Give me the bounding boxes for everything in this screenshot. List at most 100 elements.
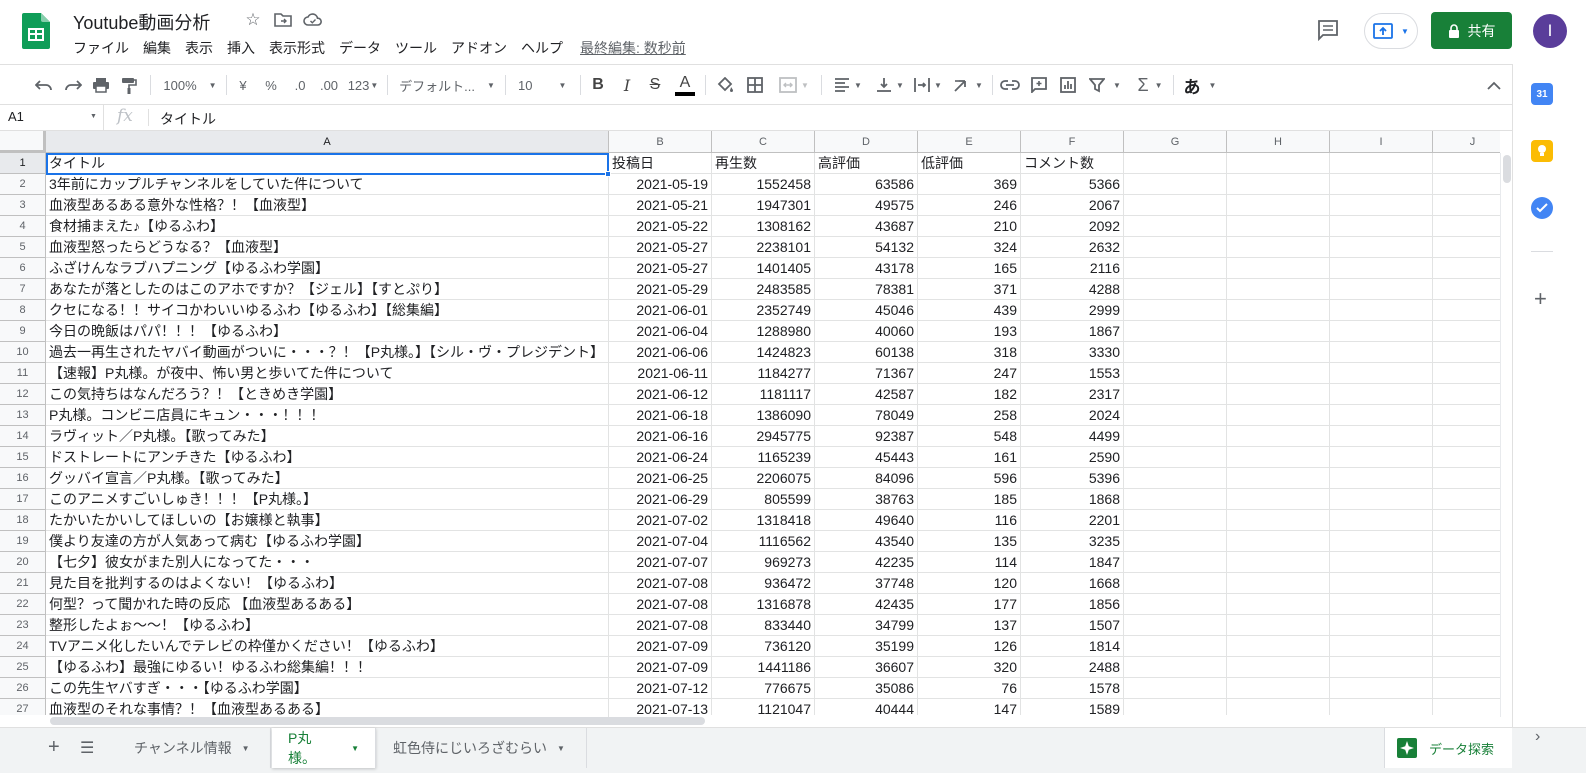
cell[interactable]: 3330 — [1021, 342, 1124, 363]
cell[interactable] — [1330, 447, 1433, 468]
cell[interactable]: 210 — [918, 216, 1021, 237]
cell[interactable] — [1433, 384, 1500, 405]
cell[interactable]: 1868 — [1021, 489, 1124, 510]
menu-help[interactable]: ヘルプ — [514, 37, 570, 59]
cell[interactable]: 2021-07-02 — [609, 510, 712, 531]
title-cell[interactable]: あなたが落としたのはこのアホですか？【ジェル】【すとぷり】 — [46, 279, 609, 300]
title-cell[interactable]: ラヴィット／P丸様。【歌ってみた】 — [46, 426, 609, 447]
cell[interactable]: 92387 — [815, 426, 918, 447]
cell[interactable]: 42235 — [815, 552, 918, 573]
cell[interactable]: 高評価 — [815, 153, 918, 174]
cell[interactable] — [1124, 258, 1227, 279]
cell[interactable] — [1433, 636, 1500, 657]
sheet-tab[interactable]: チャンネル情報 ▼ — [118, 728, 271, 768]
cell[interactable] — [1227, 321, 1330, 342]
cell[interactable]: 736120 — [712, 636, 815, 657]
cell[interactable] — [1433, 174, 1500, 195]
explore-button[interactable]: データ探索 — [1384, 728, 1512, 768]
undo-icon[interactable] — [32, 65, 56, 105]
vertical-scroll-thumb[interactable] — [1503, 155, 1511, 183]
sheet-tab[interactable]: 虹色侍にじいろざむらい ▼ — [377, 728, 587, 768]
row-header[interactable]: 11 — [0, 363, 46, 384]
cell[interactable] — [1433, 405, 1500, 426]
cell[interactable]: 2201 — [1021, 510, 1124, 531]
insert-chart-icon[interactable] — [1057, 65, 1079, 105]
cloud-saved-icon[interactable] — [303, 10, 323, 30]
cell[interactable]: 135 — [918, 531, 1021, 552]
cell[interactable] — [1433, 237, 1500, 258]
cell[interactable]: 2021-06-01 — [609, 300, 712, 321]
cell[interactable]: 35086 — [815, 678, 918, 699]
row-header[interactable]: 6 — [0, 258, 46, 279]
cell[interactable]: 2021-06-04 — [609, 321, 712, 342]
star-icon[interactable]: ☆ — [243, 10, 263, 30]
cell[interactable] — [1330, 237, 1433, 258]
cell[interactable]: 投稿日 — [609, 153, 712, 174]
cell[interactable] — [1433, 321, 1500, 342]
cell[interactable]: 1165239 — [712, 447, 815, 468]
cell[interactable] — [1227, 216, 1330, 237]
cell[interactable]: 246 — [918, 195, 1021, 216]
redo-icon[interactable] — [61, 65, 85, 105]
cell[interactable]: 369 — [918, 174, 1021, 195]
cell[interactable] — [1227, 615, 1330, 636]
cell[interactable]: 43687 — [815, 216, 918, 237]
cell[interactable] — [1124, 363, 1227, 384]
title-cell[interactable]: 整形したよぉ〜〜！【ゆるふわ】 — [46, 615, 609, 636]
italic-button[interactable]: I — [617, 65, 637, 105]
cell[interactable] — [1124, 237, 1227, 258]
row-header[interactable]: 26 — [0, 678, 46, 699]
cell[interactable] — [1330, 489, 1433, 510]
cell[interactable]: 318 — [918, 342, 1021, 363]
row-header[interactable]: 22 — [0, 594, 46, 615]
cell[interactable] — [1124, 447, 1227, 468]
cell[interactable]: 2317 — [1021, 384, 1124, 405]
cell[interactable] — [1330, 195, 1433, 216]
cell[interactable]: 2021-05-29 — [609, 279, 712, 300]
cell[interactable]: 45046 — [815, 300, 918, 321]
cell[interactable] — [1330, 678, 1433, 699]
cell[interactable]: 38763 — [815, 489, 918, 510]
horizontal-align-icon[interactable]: ▼ — [830, 65, 866, 105]
cell[interactable]: 439 — [918, 300, 1021, 321]
title-cell[interactable]: TVアニメ化したいんでテレビの枠僅かください！【ゆるふわ】 — [46, 636, 609, 657]
cell[interactable]: 320 — [918, 657, 1021, 678]
title-cell[interactable]: グッバイ宣言／P丸様。【歌ってみた】 — [46, 468, 609, 489]
sheets-logo-icon[interactable] — [22, 13, 50, 49]
cell[interactable] — [1227, 468, 1330, 489]
cell[interactable]: 2021-06-24 — [609, 447, 712, 468]
cell[interactable] — [1433, 552, 1500, 573]
title-cell[interactable]: 【ゆるふわ】最強にゆるい！ゆるふわ総集編！！！ — [46, 657, 609, 678]
font-size-select[interactable]: 10 ▼ — [514, 65, 574, 105]
cell[interactable] — [1433, 615, 1500, 636]
title-cell[interactable]: この先生ヤバすぎ・・・【ゆるふわ学園】 — [46, 678, 609, 699]
cell[interactable]: 42587 — [815, 384, 918, 405]
title-cell[interactable]: 僕より友達の方が人気あって病む【ゆるふわ学園】 — [46, 531, 609, 552]
cell[interactable]: 5396 — [1021, 468, 1124, 489]
cell[interactable] — [1330, 216, 1433, 237]
title-cell[interactable]: 血液型あるある意外な性格？！【血液型】 — [46, 195, 609, 216]
title-cell[interactable]: 血液型のそれな事情？！【血液型あるある】 — [46, 699, 609, 717]
cell[interactable]: 1814 — [1021, 636, 1124, 657]
cell[interactable]: 40060 — [815, 321, 918, 342]
percent-format-button[interactable]: % — [262, 65, 280, 105]
cell[interactable] — [1330, 573, 1433, 594]
cell[interactable]: 1401405 — [712, 258, 815, 279]
cell[interactable]: 1552458 — [712, 174, 815, 195]
title-cell[interactable]: 血液型怒ったらどうなる？【血液型】 — [46, 237, 609, 258]
title-cell[interactable]: クセになる！！サイコかわいいゆるふわ【ゆるふわ】【総集編】 — [46, 300, 609, 321]
print-icon[interactable] — [89, 65, 113, 105]
cell[interactable]: 2067 — [1021, 195, 1124, 216]
cell[interactable] — [1124, 573, 1227, 594]
cell[interactable]: 165 — [918, 258, 1021, 279]
more-formats-button[interactable]: 123 ▼ — [346, 65, 380, 105]
cell[interactable]: 45443 — [815, 447, 918, 468]
cell[interactable] — [1124, 384, 1227, 405]
cell[interactable] — [1227, 531, 1330, 552]
cell[interactable]: 2483585 — [712, 279, 815, 300]
cell[interactable]: 78381 — [815, 279, 918, 300]
input-tools-button[interactable]: あ ▼ — [1180, 65, 1220, 105]
cell[interactable]: 1441186 — [712, 657, 815, 678]
cell[interactable]: 2021-07-08 — [609, 615, 712, 636]
cell[interactable]: 2999 — [1021, 300, 1124, 321]
